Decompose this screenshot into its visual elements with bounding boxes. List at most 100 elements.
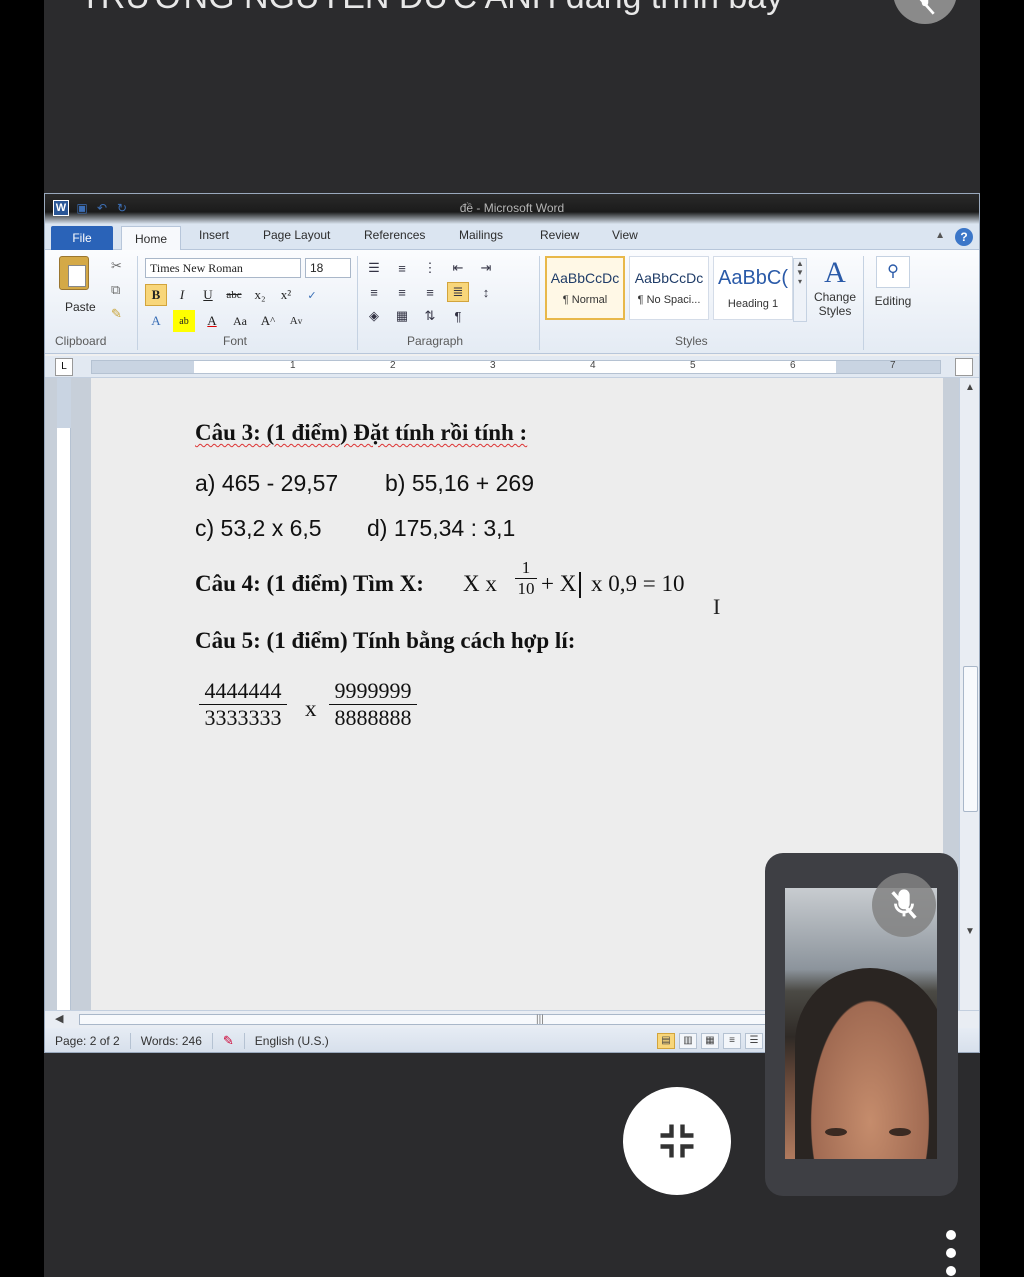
change-case-icon[interactable]: Aa bbox=[229, 310, 251, 332]
fraction-numerator: 1 bbox=[521, 558, 531, 577]
cut-icon[interactable]: ✂ bbox=[111, 258, 122, 274]
ribbon-separator bbox=[863, 256, 864, 350]
question-5: Câu 5: (1 điểm) Tính bằng cách hợp lí: bbox=[195, 628, 575, 654]
sort-icon[interactable]: ⇅ bbox=[419, 306, 441, 326]
superscript-icon[interactable]: x² bbox=[275, 284, 297, 306]
grow-font-icon[interactable]: A ^ bbox=[257, 310, 279, 332]
draft-icon[interactable]: ☰ bbox=[745, 1033, 763, 1049]
bold-icon[interactable]: B bbox=[145, 284, 167, 306]
self-mic-off-button[interactable] bbox=[872, 873, 936, 937]
question-4-label: Câu 4: (1 điểm) Tìm X: bbox=[195, 571, 424, 597]
window-title: đề - Microsoft Word bbox=[459, 201, 565, 215]
tab-insert[interactable]: Insert bbox=[199, 228, 229, 242]
ribbon: Paste ✂ ⧉ ✎ Clipboard Times New Roman 18… bbox=[45, 250, 979, 354]
copy-icon[interactable]: ⧉ bbox=[111, 282, 120, 298]
align-right-icon[interactable]: ≡ bbox=[419, 282, 441, 302]
question-4-expr-right: x 0,9 = 10 bbox=[591, 571, 685, 596]
styles-scroll-icon[interactable]: ▲ ▼ ▾ bbox=[793, 258, 807, 322]
clear-formatting-icon[interactable]: ✓ bbox=[301, 284, 323, 306]
page-count[interactable]: Page: 2 of 2 bbox=[45, 1033, 131, 1049]
change-styles-button[interactable]: A Change Styles bbox=[811, 256, 859, 318]
styles-gallery: AaBbCcDc ¶ Normal AaBbCcDc ¶ No Spaci...… bbox=[545, 256, 805, 322]
align-center-icon[interactable]: ≡ bbox=[391, 282, 413, 302]
group-label-font: Font bbox=[223, 334, 248, 348]
bullets-icon[interactable]: ☰ bbox=[363, 258, 385, 278]
scroll-down-icon[interactable]: ▼ bbox=[965, 926, 975, 937]
answer-3d: d) 175,34 : 3,1 bbox=[367, 515, 516, 541]
tab-file[interactable]: File bbox=[51, 226, 113, 250]
word-count[interactable]: Words: 246 bbox=[131, 1033, 213, 1049]
question-5-text: Câu 5: (1 điểm) Tính bằng cách hợp lí: bbox=[195, 628, 576, 653]
participant-eye bbox=[889, 1128, 911, 1136]
help-icon[interactable]: ? bbox=[955, 228, 973, 246]
question-5-operator: x bbox=[305, 696, 317, 721]
full-screen-reading-icon[interactable]: ▥ bbox=[679, 1033, 697, 1049]
tab-home[interactable]: Home bbox=[121, 226, 181, 251]
underline-icon[interactable]: U bbox=[197, 284, 219, 306]
self-video-tile[interactable] bbox=[765, 853, 958, 1196]
font-format-row: B I U abc x₂ x² ✓ bbox=[145, 284, 323, 306]
numbering-icon[interactable]: ≡ bbox=[391, 258, 413, 278]
scroll-thumb[interactable] bbox=[963, 666, 978, 812]
align-left-icon[interactable]: ≡ bbox=[363, 282, 385, 302]
question-3-text: Câu 3: (1 điểm) Đặt tính rồi tính : bbox=[195, 420, 528, 445]
font-name-select[interactable]: Times New Roman bbox=[145, 258, 301, 278]
print-layout-icon[interactable]: ▤ bbox=[657, 1033, 675, 1049]
format-painter-icon[interactable]: ✎ bbox=[111, 306, 122, 322]
change-styles-icon: A bbox=[824, 256, 846, 289]
style-normal[interactable]: AaBbCcDc ¶ Normal bbox=[545, 256, 625, 320]
tab-mailings[interactable]: Mailings bbox=[459, 228, 503, 242]
shading-icon[interactable]: ◈ bbox=[363, 306, 385, 326]
proofing-icon[interactable]: ✎ bbox=[213, 1033, 245, 1049]
scroll-left-icon[interactable]: ◀ bbox=[55, 1012, 63, 1025]
collapse-ribbon-icon[interactable]: ▲ bbox=[935, 230, 945, 241]
tab-review[interactable]: Review bbox=[540, 228, 579, 242]
ruler-number: 3 bbox=[490, 360, 496, 371]
view-ruler-icon[interactable] bbox=[955, 358, 973, 376]
style-heading-1[interactable]: AaBbC( Heading 1 bbox=[713, 256, 793, 320]
ribbon-separator bbox=[357, 256, 358, 350]
view-buttons: ▤ ▥ ▦ ≡ ☰ bbox=[657, 1033, 763, 1049]
tab-view[interactable]: View bbox=[612, 228, 638, 242]
font-size-select[interactable]: 18 bbox=[305, 258, 351, 278]
text-effects-icon[interactable]: A bbox=[145, 310, 167, 332]
scroll-up-icon[interactable]: ▲ bbox=[965, 382, 975, 393]
decrease-indent-icon[interactable]: ⇤ bbox=[447, 258, 469, 278]
borders-icon[interactable]: ▦ bbox=[391, 306, 413, 326]
show-marks-icon[interactable]: ¶ bbox=[447, 306, 469, 326]
outline-icon[interactable]: ≡ bbox=[723, 1033, 741, 1049]
group-label-styles: Styles bbox=[675, 334, 708, 348]
line-spacing-icon[interactable]: ↕ bbox=[475, 282, 497, 302]
web-layout-icon[interactable]: ▦ bbox=[701, 1033, 719, 1049]
justify-icon[interactable]: ≣ bbox=[447, 282, 469, 302]
more-options-icon[interactable] bbox=[944, 1230, 958, 1276]
question-4-expr-mid: + X bbox=[541, 571, 577, 596]
language[interactable]: English (U.S.) bbox=[245, 1033, 339, 1049]
tab-page-layout[interactable]: Page Layout bbox=[263, 228, 330, 242]
multilevel-list-icon[interactable]: ⋮ bbox=[419, 258, 441, 278]
subscript-icon[interactable]: x₂ bbox=[249, 284, 271, 306]
editing-button[interactable]: ⚲ Editing bbox=[869, 256, 917, 308]
tab-selector-icon[interactable]: L bbox=[55, 358, 73, 376]
increase-indent-icon[interactable]: ⇥ bbox=[475, 258, 497, 278]
tab-references[interactable]: References bbox=[364, 228, 425, 242]
font-color-icon[interactable]: A bbox=[201, 310, 223, 332]
right-margin bbox=[836, 361, 940, 373]
question-4-text: Câu 4: (1 điểm) Tìm X: bbox=[195, 571, 424, 596]
italic-icon[interactable]: I bbox=[171, 284, 193, 306]
answer-3a: a) 465 - 29,57 bbox=[195, 470, 339, 496]
style-name: Heading 1 bbox=[727, 297, 779, 310]
answer-3c: c) 53,2 x 6,5 bbox=[195, 515, 322, 541]
change-styles-label: Change Styles bbox=[813, 290, 857, 318]
highlight-icon[interactable]: ab bbox=[173, 310, 195, 332]
mic-off-icon bbox=[891, 889, 917, 919]
shrink-font-icon[interactable]: Av bbox=[285, 310, 307, 332]
paragraph-row-3: ◈ ▦ ⇅ ¶ bbox=[363, 306, 469, 326]
vertical-scrollbar[interactable]: ▲ ▼ bbox=[959, 378, 979, 1010]
paste-icon[interactable] bbox=[59, 256, 89, 290]
style-no-spacing[interactable]: AaBbCcDc ¶ No Spaci... bbox=[629, 256, 709, 320]
paste-button[interactable]: Paste bbox=[65, 300, 96, 314]
ruler-bar[interactable]: 1 2 3 4 5 6 7 bbox=[91, 360, 941, 374]
strikethrough-icon[interactable]: abc bbox=[223, 284, 245, 306]
exit-fullscreen-button[interactable] bbox=[623, 1087, 731, 1195]
